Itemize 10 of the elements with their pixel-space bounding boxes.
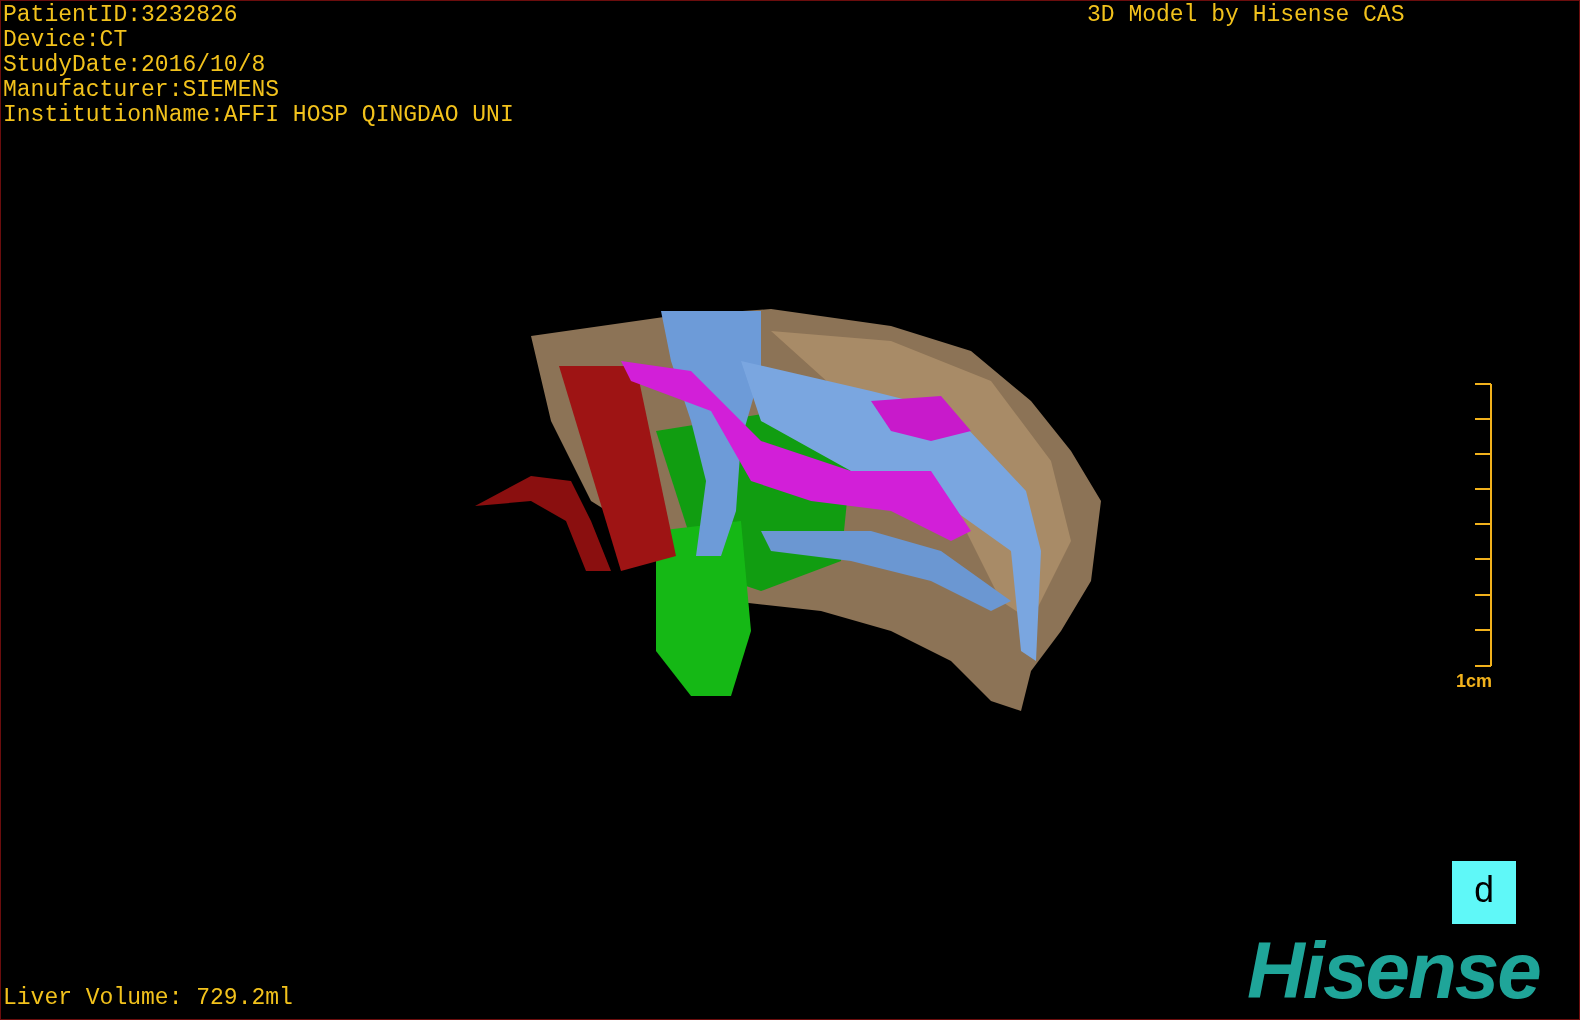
study-info-text: PatientID:3232826 bbox=[3, 3, 239, 28]
study-info-text: StudyDate:2016/10/8 bbox=[3, 53, 267, 78]
liver-volume-text: Liver Volume: 729.2ml bbox=[3, 986, 293, 1011]
brand-logo: Hisense bbox=[1247, 931, 1540, 1011]
study-info-text: InstitutionName:AFFI HOSP QINGDAO UNI bbox=[3, 103, 514, 128]
orientation-marker: d bbox=[1452, 861, 1516, 924]
viewer-title: 3D Model by Hisense CAS bbox=[1087, 3, 1405, 28]
scale-label: 1cm bbox=[1456, 671, 1493, 691]
study-info-text: Manufacturer:SIEMENS bbox=[3, 78, 281, 103]
study-info-text: Device:CT bbox=[3, 28, 129, 53]
